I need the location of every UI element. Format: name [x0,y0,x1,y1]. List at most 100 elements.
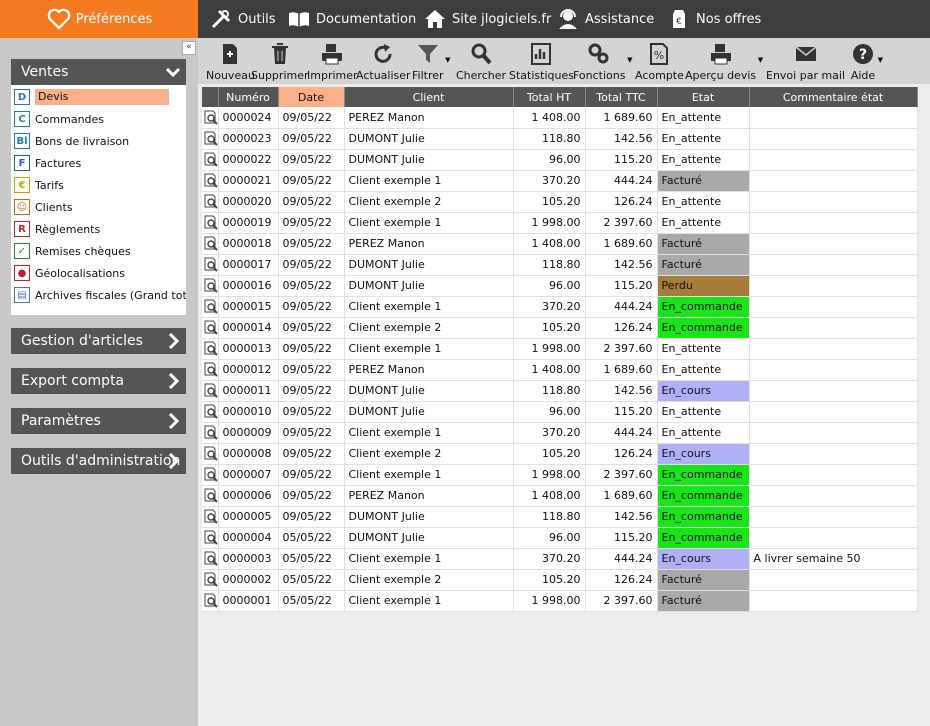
table-row[interactable]: 0000006 09/05/22 PEREZ Manon 1 408.00 1 689.… [202,485,918,507]
open-document-cell[interactable] [202,317,219,339]
sidebar-item-factures[interactable]: F Factures [11,153,186,173]
dropdown-arrow-icon[interactable]: ▼ [627,56,632,64]
table-row[interactable]: 0000022 09/05/22 DUMONT Julie 96.00 115.20 En… [202,149,918,171]
section-parametres[interactable]: Paramètres [11,408,186,434]
open-document-cell[interactable] [202,443,219,465]
open-document-cell[interactable] [202,128,219,150]
open-document-cell[interactable] [202,506,219,528]
sidebar-item-g-olocalisations[interactable]: ● Géolocalisations [11,263,186,283]
collapse-sidebar-button[interactable]: « [182,41,196,55]
cell-date: 05/05/22 [278,548,345,570]
table-row[interactable]: 0000005 09/05/22 DUMONT Julie 118.80 142.56 E… [202,506,918,528]
open-document-cell[interactable] [202,338,219,360]
column-header-numero[interactable]: Numéro [218,87,279,107]
nav-outils[interactable]: Outils [209,0,276,38]
toolbar-chercher-button[interactable]: Chercher [456,38,506,84]
sidebar-item-devis[interactable]: D Devis [11,87,186,107]
sidebar-item-remises-ch-ques[interactable]: ✓ Remises chèques [11,241,186,261]
column-header-date[interactable]: Date [278,87,345,107]
open-document-cell[interactable] [202,548,219,570]
open-document-cell[interactable] [202,380,219,402]
open-document-cell[interactable] [202,464,219,486]
table-row[interactable]: 0000001 05/05/22 Client exemple 11 998.00 2… [202,590,918,612]
sidebar-item-tarifs[interactable]: € Tarifs [11,175,186,195]
table-row[interactable]: 0000012 09/05/22 PEREZ Manon 1 408.00 1 689.… [202,359,918,381]
toolbar-envoi-par-mail-button[interactable]: Envoi par mail [766,38,845,84]
dropdown-arrow-icon[interactable]: ▼ [445,56,450,64]
open-document-cell[interactable] [202,527,219,549]
toolbar-aper-u-devis-button[interactable]: Aperçu devis ▼ [685,38,763,84]
toolbar-filtrer-button[interactable]: Filtrer ▼ [412,38,451,84]
cell-etat: En_attente [657,338,750,360]
table-row[interactable]: 0000004 05/05/22 DUMONT Julie 96.00 115.20 En… [202,527,918,549]
toolbar-acompte-button[interactable]: % Acompte [635,38,684,84]
column-header-total-ht[interactable]: Total HT [513,87,586,107]
sidebar-item-clients[interactable]: ☺ Clients [11,197,186,217]
table-row[interactable]: 0000009 09/05/22 Client exemple 1 370.20 444… [202,422,918,444]
table-row[interactable]: 0000014 09/05/22 Client exemple 2 105.20 126… [202,317,918,339]
table-row[interactable]: 0000003 05/05/22 Client exemple 1 370.20 444… [202,548,918,570]
sidebar-item-bons-de-livraison[interactable]: Bl Bons de livraison [11,131,186,151]
column-header-icon[interactable] [202,87,219,107]
open-document-cell[interactable] [202,191,219,213]
toolbar-label: Fonctions [573,69,626,82]
table-row[interactable]: 0000024 09/05/22 PEREZ Manon 1 408.00 1 689.… [202,107,918,129]
nav-documentation[interactable]: Documentation [287,0,416,38]
preferences-button[interactable]: Préférences [0,0,198,38]
nav-site[interactable]: Site jlogiciels.fr [423,0,551,38]
column-header-etat[interactable]: Etat [657,87,750,107]
table-row[interactable]: 0000008 09/05/22 Client exemple 2 105.20 126… [202,443,918,465]
dropdown-arrow-icon[interactable]: ▼ [878,56,883,64]
table-row[interactable]: 0000015 09/05/22 Client exemple 1 370.20 444… [202,296,918,318]
toolbar-fonctions-button[interactable]: Fonctions ▼ [573,38,633,84]
section-gestion-articles[interactable]: Gestion d'articles [11,328,186,354]
section-ventes-header[interactable]: Ventes [11,59,186,85]
toolbar-aide-button[interactable]: ? Aide ▼ [850,38,883,84]
open-document-cell[interactable] [202,590,219,612]
open-document-cell[interactable] [202,149,219,171]
table-row[interactable]: 0000017 09/05/22 DUMONT Julie 118.80 142.56 F… [202,254,918,276]
sidebar-item-commandes[interactable]: C Commandes [11,109,186,129]
sidebar-item-label: Règlements [35,222,101,236]
toolbar-actualiser-button[interactable]: Actualiser [356,38,411,84]
table-row[interactable]: 0000011 09/05/22 DUMONT Julie 118.80 142.56 E… [202,380,918,402]
table-row[interactable]: 0000016 09/05/22 DUMONT Julie 96.00 115.20 Pe… [202,275,918,297]
open-document-cell[interactable] [202,296,219,318]
table-row[interactable]: 0000018 09/05/22 PEREZ Manon 1 408.00 1 689.… [202,233,918,255]
open-document-cell[interactable] [202,569,219,591]
toolbar-imprimer-button[interactable]: Imprimer [307,38,358,84]
nav-assistance[interactable]: Assistance [556,0,654,38]
table-row[interactable]: 0000019 09/05/22 Client exemple 11 998.00 2… [202,212,918,234]
open-document-cell[interactable] [202,401,219,423]
table-row[interactable]: 0000010 09/05/22 DUMONT Julie 96.00 115.20 En… [202,401,918,423]
open-document-cell[interactable] [202,422,219,444]
open-document-cell[interactable] [202,485,219,507]
toolbar-statistiques-button[interactable]: Statistiques [509,38,574,84]
open-document-cell[interactable] [202,212,219,234]
table-row[interactable]: 0000020 09/05/22 Client exemple 2 105.20 126… [202,191,918,213]
table-row[interactable]: 0000021 09/05/22 Client exemple 1 370.20 444… [202,170,918,192]
sidebar-item-archives-fiscales-grand-totaux[interactable]: ▤ Archives fiscales (Grand totaux) [11,285,186,305]
table-row[interactable]: 0000023 09/05/22 DUMONT Julie 118.80 142.56 E… [202,128,918,150]
section-outils-administration[interactable]: Outils d'administration [11,448,186,474]
open-document-cell[interactable] [202,359,219,381]
toolbar-supprimer-button[interactable]: Supprimer [251,38,309,84]
open-document-cell[interactable] [202,170,219,192]
column-header-total-ttc[interactable]: Total TTC [585,87,658,107]
table-row[interactable]: 0000002 05/05/22 Client exemple 2 105.20 126… [202,569,918,591]
open-document-cell[interactable] [202,254,219,276]
table-row[interactable]: 0000007 09/05/22 Client exemple 11 998.00 2… [202,464,918,486]
open-document-cell[interactable] [202,233,219,255]
dropdown-arrow-icon[interactable]: ▼ [758,56,763,64]
section-export-compta[interactable]: Export compta [11,368,186,394]
table-row[interactable]: 0000013 09/05/22 Client exemple 11 998.00 2… [202,338,918,360]
toolbar-nouveau-button[interactable]: Nouveau [206,38,255,84]
column-header-client[interactable]: Client [344,87,514,107]
open-document-cell[interactable] [202,107,219,129]
sidebar-item-r-glements[interactable]: R Règlements [11,219,186,239]
sidebar-item-label: Bons de livraison [35,134,130,148]
nav-offres[interactable]: € Nos offres [667,0,761,38]
column-header-commentaire-etat[interactable]: Commentaire état [749,87,918,107]
toolbar-label: Nouveau [206,69,255,82]
open-document-cell[interactable] [202,275,219,297]
